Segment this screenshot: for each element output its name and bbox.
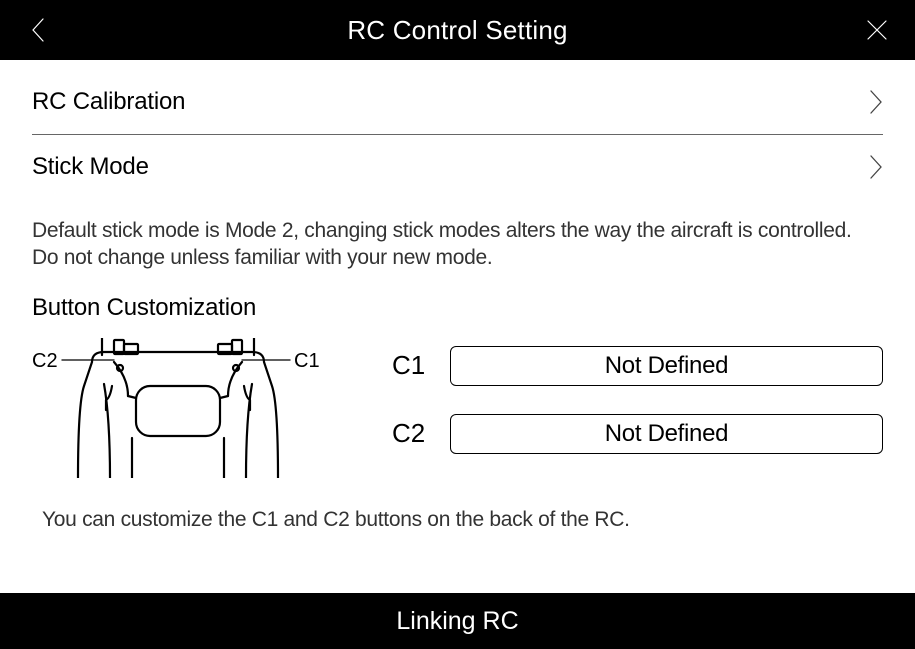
stick-mode-row[interactable]: Stick Mode xyxy=(28,135,887,199)
back-icon[interactable] xyxy=(24,16,52,44)
c1-label: C1 xyxy=(392,350,436,381)
page-title: RC Control Setting xyxy=(347,15,567,46)
diagram-c1-label: C1 xyxy=(294,350,320,373)
c1-button-row: C1 Not Defined xyxy=(392,346,883,386)
c1-value-select[interactable]: Not Defined xyxy=(450,346,883,386)
stick-mode-hint: Default stick mode is Mode 2, changing s… xyxy=(28,199,887,272)
rc-diagram: C2 C1 xyxy=(32,338,352,478)
button-customization-area: C2 C1 xyxy=(28,338,887,478)
rc-calibration-label: RC Calibration xyxy=(32,88,185,116)
c2-button-row: C2 Not Defined xyxy=(392,414,883,454)
content-area: RC Calibration Stick Mode Default stick … xyxy=(0,60,915,593)
c2-value-select[interactable]: Not Defined xyxy=(450,414,883,454)
linking-rc-label: Linking RC xyxy=(396,607,518,636)
diagram-c2-label: C2 xyxy=(32,350,58,373)
chevron-right-icon xyxy=(869,154,883,180)
linking-rc-button[interactable]: Linking RC xyxy=(0,593,915,649)
header-bar: RC Control Setting xyxy=(0,0,915,60)
chevron-right-icon xyxy=(869,89,883,115)
button-customization-title: Button Customization xyxy=(28,272,887,338)
close-icon[interactable] xyxy=(863,16,891,44)
c2-label: C2 xyxy=(392,418,436,449)
button-customization-footnote: You can customize the C1 and C2 buttons … xyxy=(28,478,887,532)
rc-calibration-row[interactable]: RC Calibration xyxy=(28,60,887,134)
button-rows: C1 Not Defined C2 Not Defined xyxy=(392,338,883,454)
stick-mode-label: Stick Mode xyxy=(32,153,149,181)
